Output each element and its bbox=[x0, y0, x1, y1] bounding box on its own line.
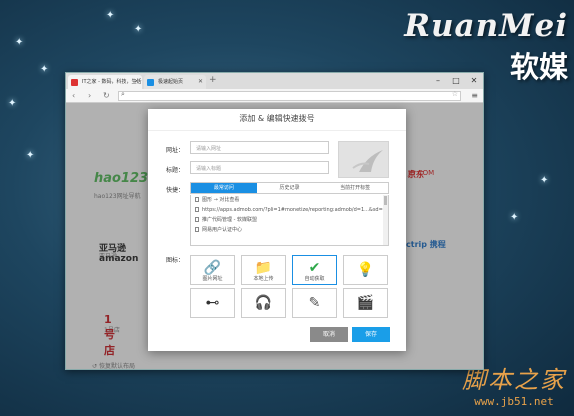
icon-option-auto-fetch[interactable]: ✔ 自动获取 bbox=[292, 255, 337, 285]
check-icon: ✔ bbox=[308, 259, 321, 276]
back-button[interactable]: ‹ bbox=[72, 89, 75, 103]
sparkle-decoration: ✦ bbox=[134, 24, 143, 35]
title-label: 标题： bbox=[166, 167, 185, 174]
page-favicon-icon bbox=[147, 79, 154, 86]
tab-label: IT之家 - 数码，科技，生活 bbox=[82, 79, 142, 85]
quick-label: 快捷： bbox=[166, 187, 185, 194]
tab-ithome[interactable]: IT之家 - 数码，科技，生活 ✕ bbox=[68, 75, 142, 89]
headphones-icon: 🎧 bbox=[254, 295, 273, 311]
list-item[interactable]: 图形 → 对比查看 bbox=[191, 195, 388, 205]
icon-option-lightbulb[interactable]: 💡 bbox=[343, 255, 388, 285]
pencil-icon: ✎ bbox=[308, 295, 321, 311]
nav-toolbar: ‹ › ↻ ⌕ ☆ ≡ bbox=[66, 89, 483, 103]
close-window-button[interactable]: ✕ bbox=[465, 73, 483, 89]
speed-dial-dialog: 添加 & 编辑快速拨号 网址： 请输入网址 标题： 请输入标题 快捷： 最常访问… bbox=[148, 109, 406, 351]
icon-option-headphones[interactable]: 🎧 bbox=[241, 288, 286, 318]
sparkle-decoration: ✦ bbox=[540, 175, 549, 186]
dialog-title: 添加 & 编辑快速拨号 bbox=[148, 109, 406, 131]
new-tab-button[interactable]: + bbox=[209, 75, 217, 85]
reload-button[interactable]: ↻ bbox=[103, 89, 110, 103]
tab-history[interactable]: 历史记录 bbox=[257, 183, 323, 193]
close-tab-icon[interactable]: ✕ bbox=[134, 75, 139, 89]
sparkle-decoration: ✦ bbox=[510, 212, 519, 223]
sparkle-decoration: ✦ bbox=[106, 10, 115, 21]
window-controls: – □ ✕ bbox=[429, 73, 483, 89]
link-icon: 🔗 bbox=[203, 259, 222, 276]
list-item[interactable]: https://apps.admob.com/?pli=1#monetize/r… bbox=[191, 205, 388, 215]
icon-option-pencil[interactable]: ✎ bbox=[292, 288, 337, 318]
sparkle-decoration: ✦ bbox=[15, 37, 24, 48]
tab-most-visited[interactable]: 最常访问 bbox=[191, 183, 257, 193]
search-icon: ⌕ bbox=[121, 90, 125, 98]
list-item[interactable]: 推广代码管理 - 软媒联盟 bbox=[191, 215, 388, 225]
icon-grid: 🔗 图片网址 📁 本地上传 ✔ 自动获取 💡 ⊷ 🎧 ✎ 🎬 bbox=[190, 255, 388, 318]
scrollbar-thumb[interactable] bbox=[384, 196, 387, 205]
icon-preview bbox=[338, 141, 389, 178]
icon-option-clapperboard[interactable]: 🎬 bbox=[343, 288, 388, 318]
tab-open-tabs[interactable]: 当前打开标签 bbox=[322, 183, 388, 193]
icon-option-image-url[interactable]: 🔗 图片网址 bbox=[190, 255, 235, 285]
sparkle-decoration: ✦ bbox=[8, 98, 17, 109]
minimize-button[interactable]: – bbox=[429, 73, 447, 89]
clapperboard-icon: 🎬 bbox=[356, 295, 375, 311]
page-icon bbox=[195, 197, 199, 202]
usb-icon: ⊷ bbox=[205, 295, 220, 311]
close-tab-icon[interactable]: ✕ bbox=[198, 75, 203, 89]
title-input[interactable]: 请输入标题 bbox=[190, 161, 329, 174]
forward-button[interactable]: › bbox=[88, 89, 91, 103]
tab-speed-dial[interactable]: 极速起始页 ✕ bbox=[144, 75, 206, 89]
url-label: 网址： bbox=[166, 147, 185, 154]
icon-option-usb[interactable]: ⊷ bbox=[190, 288, 235, 318]
address-bar[interactable]: ⌕ ☆ bbox=[118, 90, 461, 101]
bird-placeholder-icon bbox=[352, 150, 383, 172]
page-icon bbox=[195, 207, 199, 212]
brand-english: RuanMei bbox=[404, 8, 568, 44]
list-scrollbar[interactable] bbox=[383, 195, 388, 245]
page-icon bbox=[195, 227, 199, 232]
maximize-button[interactable]: □ bbox=[447, 73, 465, 89]
sparkle-decoration: ✦ bbox=[40, 64, 49, 75]
icon-option-local-upload[interactable]: 📁 本地上传 bbox=[241, 255, 286, 285]
ithome-favicon-icon bbox=[71, 79, 78, 86]
quick-tabs: 最常访问 历史记录 当前打开标签 bbox=[190, 182, 389, 194]
list-item[interactable]: 网易用户认证中心 bbox=[191, 225, 388, 235]
watermark-url: www.jb51.net bbox=[474, 395, 554, 408]
lightbulb-icon: 💡 bbox=[356, 262, 375, 278]
folder-icon: 📁 bbox=[254, 259, 273, 276]
page-icon bbox=[195, 217, 199, 222]
cancel-button[interactable]: 取消 bbox=[310, 327, 348, 342]
bookmark-star-icon[interactable]: ☆ bbox=[452, 90, 458, 98]
title-bar: IT之家 - 数码，科技，生活 ✕ 极速起始页 ✕ + – □ ✕ bbox=[66, 73, 483, 89]
icon-label: 图标： bbox=[166, 257, 185, 264]
menu-icon[interactable]: ≡ bbox=[471, 89, 478, 103]
tab-label: 极速起始页 bbox=[158, 79, 184, 85]
sparkle-decoration: ✦ bbox=[26, 150, 35, 161]
save-button[interactable]: 保存 bbox=[352, 327, 390, 342]
quick-list: 图形 → 对比查看 https://apps.admob.com/?pli=1#… bbox=[190, 195, 389, 246]
url-input[interactable]: 请输入网址 bbox=[190, 141, 329, 154]
